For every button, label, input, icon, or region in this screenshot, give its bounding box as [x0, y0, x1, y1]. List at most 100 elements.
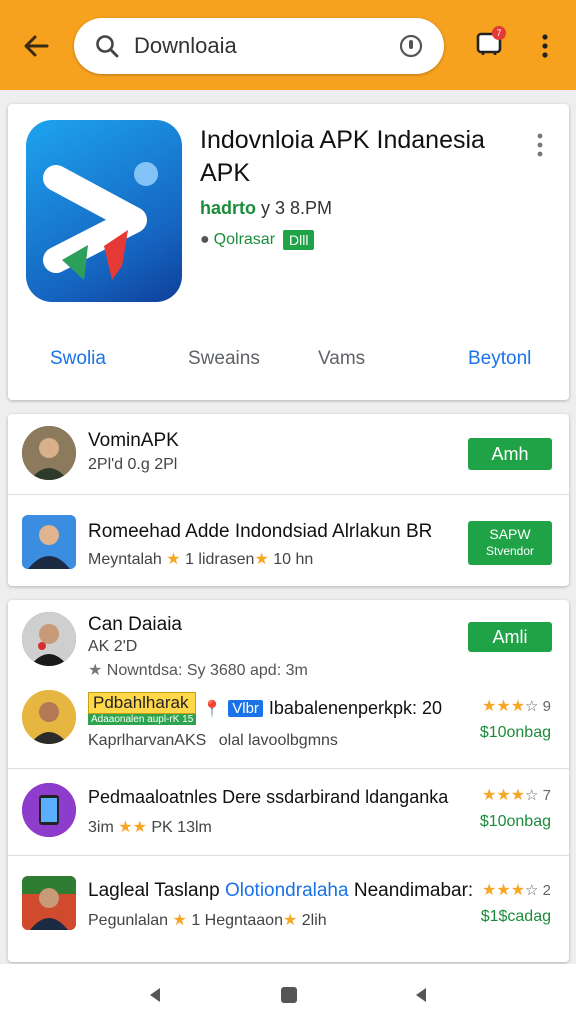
item-title-row: Pdbahlharak Adaaonalen aupl-rK 15 📍 Vlbr… — [88, 692, 442, 725]
avatar — [22, 690, 76, 744]
app-title: Indovnloia APK Indanesia APK — [200, 126, 485, 187]
app-more-icon[interactable] — [530, 130, 550, 160]
label-chip: Pdbahlharak Adaaonalen aupl-rK 15 — [88, 692, 197, 725]
subtitle-text: 1 Hegntaaon — [191, 912, 283, 929]
back-arrow-icon[interactable] — [18, 28, 54, 64]
item-subtitle: 3im ★★ PK 13lm — [88, 817, 212, 837]
item-subtitle: Pegunlalan ★ 1 Hegntaaon★ 2lih — [88, 910, 327, 930]
list-item[interactable]: VominAPK 2Pl'd 0.g 2Pl Amh — [8, 414, 569, 494]
content-badge: Dlll — [283, 230, 315, 250]
rating-text: Qolrasar — [213, 231, 276, 248]
list-item[interactable]: Pedmaaloatnles Dere ssdarbirand ldangank… — [8, 769, 569, 855]
app-rating-row: ● Qolrasar Dlll — [200, 230, 315, 250]
title-part: Neandimabar: — [348, 880, 474, 901]
star-icon: ★ — [166, 551, 181, 568]
item-subtitle: 2Pl'd 0.g 2Pl — [88, 456, 178, 473]
stars-rest: ☆ 7 — [525, 787, 551, 804]
subtitle-text: Meyntalah — [88, 551, 162, 568]
results-card-1: VominAPK 2Pl'd 0.g 2Pl Amh Romeehad Adde… — [8, 414, 569, 586]
chip-subtext: Adaaonalen aupl-rK 15 — [88, 714, 197, 725]
rating-stars: ★★★☆ 2 — [481, 880, 551, 900]
list-item[interactable]: Pdbahlharak Adaaonalen aupl-rK 15 📍 Vlbr… — [8, 684, 569, 768]
mic-icon[interactable] — [396, 31, 426, 61]
verified-chip: Vlbr — [228, 700, 263, 717]
stars-rest: ☆ 2 — [525, 882, 551, 899]
list-item[interactable]: Can Daiaia AK 2'D ★ Nowntdsa: Sy 3680 ap… — [8, 600, 569, 684]
item-title: Can Daiaia — [88, 614, 182, 635]
item-title: Ibabalenenperkpk: 20 — [268, 698, 443, 718]
price-column: ★★★☆ 9 $10onbag — [480, 696, 551, 742]
star-icon: ★★ — [118, 819, 147, 836]
chip-text: Pdbahlharak — [88, 692, 197, 714]
rating-stars: ★★★☆ 9 — [480, 696, 551, 716]
cart-badge: 7 — [492, 26, 506, 40]
star-icon: ★ — [282, 912, 298, 929]
tab-3[interactable]: Vams — [318, 348, 365, 370]
rating-stars: ★★★☆ 7 — [480, 785, 551, 805]
button-label: SAPW — [489, 526, 531, 542]
avatar — [22, 876, 76, 930]
tab-1[interactable]: Swolia — [50, 348, 106, 370]
title-part-link: Olotiondralaha — [224, 880, 349, 901]
subtitle-text: Pegunlalan — [88, 912, 169, 929]
avatar — [22, 426, 76, 480]
item-title: VominAPK — [88, 430, 179, 451]
meta-text: Nowntdsa: Sy 3680 apd: 3m — [106, 662, 308, 679]
item-title: Lagleal Taslanp Olotiondralaha Neandimab… — [88, 880, 473, 902]
subtitle-text: 2lih — [301, 912, 327, 929]
stars-filled: ★★★ — [482, 787, 526, 804]
more-vert-icon[interactable] — [530, 28, 560, 64]
avatar — [22, 783, 76, 837]
nav-recent-icon[interactable] — [408, 982, 434, 1008]
search-input[interactable]: Downloaia — [134, 33, 396, 59]
item-subtitle: KaprlharvanAKS olal lavoolbgmns — [88, 732, 338, 750]
star-icon: ★ — [88, 662, 103, 679]
developer-name[interactable]: hadrto — [200, 198, 256, 218]
nav-back-icon[interactable] — [142, 982, 168, 1008]
top-app-bar: Downloaia 7 — [0, 0, 576, 90]
subtitle-text: 10 hn — [273, 551, 314, 568]
developer-meta: y 3 8.PM — [261, 198, 333, 218]
cart-button[interactable]: 7 — [470, 26, 508, 64]
tab-2[interactable]: Sweains — [188, 348, 260, 370]
avatar — [22, 612, 76, 666]
subtitle-text: 3im — [88, 819, 114, 836]
item-subtitle: Meyntalah ★ 1 lidrasen★ 10 hn — [88, 549, 313, 569]
item-title: Romeehad Adde Indondsiad Alrlakun BR — [88, 521, 433, 542]
item-subtitle: AK 2'D — [88, 638, 138, 655]
star-icon: ★ — [172, 912, 187, 929]
list-item[interactable]: Romeehad Adde Indondsiad Alrlakun BR Mey… — [8, 495, 569, 586]
button-label: Stvendor — [485, 544, 535, 558]
install-button[interactable]: SAPW Stvendor — [468, 521, 552, 565]
system-nav-bar — [0, 964, 576, 1024]
tab-4[interactable]: Beytonl — [468, 348, 531, 370]
subtitle-text: KaprlharvanAKS — [88, 732, 207, 749]
list-item[interactable]: Lagleal Taslanp Olotiondralaha Neandimab… — [8, 856, 569, 956]
pin-icon: 📍 — [202, 700, 223, 718]
stars-rest: ☆ 9 — [525, 698, 551, 715]
search-icon — [92, 31, 122, 61]
app-detail-card: Indovnloia APK Indanesia APK hadrto y 3 … — [8, 104, 569, 400]
stars-filled: ★★★ — [482, 698, 526, 715]
title-part: Lagleal Taslanp — [88, 880, 225, 901]
star-icon: ★ — [254, 551, 269, 568]
price-column: ★★★☆ 2 $1$cadag — [481, 880, 551, 926]
app-icon[interactable] — [26, 120, 182, 302]
subtitle-text: PK 13lm — [151, 819, 212, 836]
subtitle-text: 1 lidrasen — [185, 551, 255, 568]
results-card-2: Can Daiaia AK 2'D ★ Nowntdsa: Sy 3680 ap… — [8, 600, 569, 962]
nav-home-icon[interactable] — [276, 982, 302, 1008]
app-tabs: Swolia Sweains Vams Beytonl — [8, 348, 569, 378]
stars-filled: ★★★ — [482, 882, 526, 899]
price: $10onbag — [479, 724, 551, 741]
person-icon: ● — [200, 231, 210, 248]
price-column: ★★★☆ 7 $10onbag — [480, 785, 551, 831]
app-developer[interactable]: hadrto y 3 8.PM — [200, 198, 332, 219]
install-button[interactable]: Amh — [468, 438, 552, 470]
search-bar[interactable]: Downloaia — [74, 18, 444, 74]
price: $10onbag — [479, 813, 551, 830]
install-button[interactable]: Amli — [468, 622, 552, 652]
avatar — [22, 515, 76, 569]
item-meta: ★ Nowntdsa: Sy 3680 apd: 3m — [88, 660, 308, 680]
subtitle-text: olal lavoolbgmns — [218, 732, 338, 749]
